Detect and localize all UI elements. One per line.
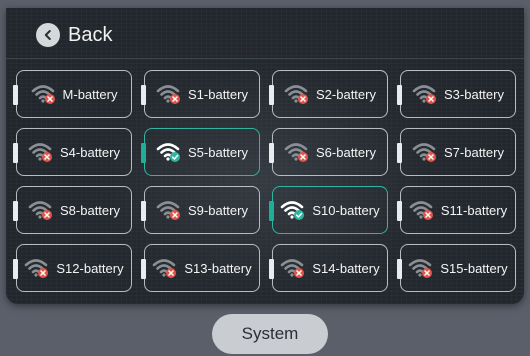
battery-grid: M-battery S1-battery S2-battery S3-battery S…: [13, 70, 516, 292]
wifi-disconnected-icon: [28, 199, 54, 221]
wifi-disconnected-icon: [152, 257, 178, 279]
battery-card[interactable]: S5-battery: [141, 128, 260, 176]
wifi-disconnected-icon: [156, 199, 182, 221]
battery-label: S11-battery: [440, 202, 508, 218]
battery-terminal: [141, 201, 146, 221]
battery-label: S3-battery: [444, 86, 504, 102]
battery-terminal: [397, 143, 402, 163]
wifi-disconnected-icon: [28, 141, 54, 163]
battery-card[interactable]: S2-battery: [269, 70, 388, 118]
battery-terminal: [141, 85, 146, 105]
chevron-left-icon: [36, 23, 60, 47]
wifi-disconnected-icon: [24, 257, 50, 279]
battery-terminal: [13, 85, 18, 105]
battery-terminal: [269, 259, 274, 279]
battery-terminal: [141, 259, 146, 279]
battery-terminal: [141, 143, 146, 163]
battery-card[interactable]: S12-battery: [13, 244, 132, 292]
battery-terminal: [397, 259, 402, 279]
battery-terminal: [13, 201, 18, 221]
wifi-disconnected-icon: [31, 83, 57, 105]
back-button[interactable]: Back: [36, 22, 112, 48]
battery-terminal: [13, 259, 18, 279]
battery-terminal: [397, 85, 402, 105]
wifi-connected-icon: [280, 199, 306, 221]
battery-terminal: [13, 143, 18, 163]
battery-card[interactable]: S11-battery: [397, 186, 516, 234]
battery-label: S12-battery: [56, 260, 124, 276]
battery-label: S8-battery: [60, 202, 120, 218]
battery-card[interactable]: S15-battery: [397, 244, 516, 292]
battery-card[interactable]: S10-battery: [269, 186, 388, 234]
wifi-disconnected-icon: [284, 83, 310, 105]
wifi-disconnected-icon: [409, 199, 435, 221]
battery-label: S9-battery: [188, 202, 248, 218]
battery-label: S4-battery: [60, 144, 120, 160]
battery-card[interactable]: S3-battery: [397, 70, 516, 118]
battery-card[interactable]: S8-battery: [13, 186, 132, 234]
wifi-disconnected-icon: [280, 257, 306, 279]
header-bar: Back: [6, 8, 524, 59]
battery-label: S13-battery: [184, 260, 252, 276]
battery-label: S15-battery: [440, 260, 508, 276]
back-label: Back: [68, 23, 113, 46]
wifi-connected-icon: [156, 141, 182, 163]
battery-label: S14-battery: [312, 260, 380, 276]
wifi-disconnected-icon: [156, 83, 182, 105]
battery-card[interactable]: S13-battery: [141, 244, 260, 292]
battery-label: M-battery: [62, 86, 118, 102]
battery-card[interactable]: S14-battery: [269, 244, 388, 292]
battery-label: S10-battery: [312, 202, 380, 218]
battery-label: S1-battery: [188, 86, 248, 102]
battery-card[interactable]: M-battery: [13, 70, 132, 118]
battery-label: S2-battery: [316, 86, 376, 102]
battery-card[interactable]: S1-battery: [141, 70, 260, 118]
battery-card[interactable]: S7-battery: [397, 128, 516, 176]
battery-card[interactable]: S6-battery: [269, 128, 388, 176]
wifi-disconnected-icon: [284, 141, 310, 163]
system-button[interactable]: System: [212, 314, 328, 354]
battery-label: S7-battery: [444, 144, 504, 160]
wifi-disconnected-icon: [412, 141, 438, 163]
wifi-disconnected-icon: [412, 83, 438, 105]
battery-label: S5-battery: [188, 144, 248, 160]
wifi-disconnected-icon: [408, 257, 434, 279]
battery-terminal: [397, 201, 402, 221]
battery-card[interactable]: S4-battery: [13, 128, 132, 176]
battery-panel: Back M-battery S1-battery S2-battery S3-bat…: [6, 8, 524, 304]
battery-terminal: [269, 85, 274, 105]
battery-terminal: [269, 201, 274, 221]
battery-terminal: [269, 143, 274, 163]
battery-card[interactable]: S9-battery: [141, 186, 260, 234]
battery-label: S6-battery: [316, 144, 376, 160]
